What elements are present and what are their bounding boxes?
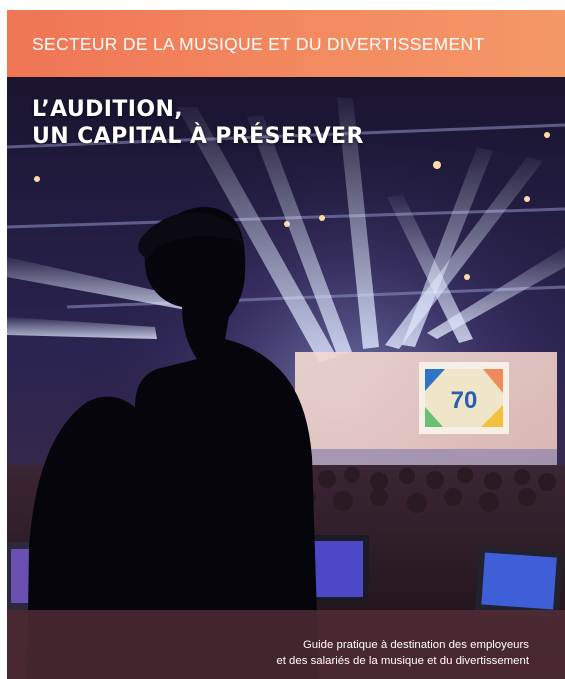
title-line-2: UN CAPITAL À PRÉSERVER: [32, 124, 364, 149]
cover-title: L’AUDITION, UN CAPITAL À PRÉSERVER: [32, 96, 364, 150]
guide-cover: 70 SECTEUR DE LA MUSIQUE ET DU DIVERTISS…: [7, 10, 565, 679]
header-band: SECTEUR DE LA MUSIQUE ET DU DIVERTISSEME…: [7, 10, 565, 77]
subtitle-line-2: et des salariés de la musique et du dive…: [276, 655, 529, 667]
screen-logo-number: 70: [451, 387, 478, 414]
concert-photo: 70: [7, 77, 565, 679]
subtitle-line-1: Guide pratique à destination des employe…: [302, 639, 529, 651]
sector-heading: SECTEUR DE LA MUSIQUE ET DU DIVERTISSEME…: [32, 34, 485, 54]
cover-subtitle: Guide pratique à destination des employe…: [276, 637, 529, 669]
title-line-1: L’AUDITION,: [32, 97, 184, 122]
